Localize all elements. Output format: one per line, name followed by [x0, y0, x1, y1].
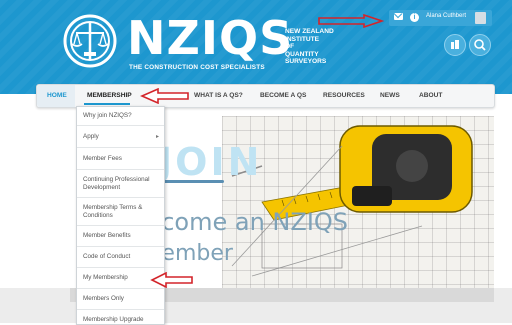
- dropdown-item-cpd[interactable]: Continuing Professional Development: [77, 170, 164, 198]
- main-nav: HOME MEMBERSHIP EVENTS WHAT IS A QS? BEC…: [36, 84, 495, 108]
- dropdown-item-label: Apply: [83, 132, 99, 140]
- dropdown-item-label: Why join NZIQS?: [83, 112, 132, 119]
- user-name[interactable]: Alana Cuthbert: [426, 13, 466, 19]
- chevron-right-icon: ▸: [155, 133, 159, 140]
- search-icon: [474, 39, 486, 51]
- dropdown-item-label: Membership Terms & Conditions: [83, 203, 143, 219]
- logo-fullname-line: NEW ZEALAND: [285, 28, 334, 35]
- dropdown-item-label: Members Only: [83, 295, 124, 302]
- dropdown-item-member-benefits[interactable]: Member Benefits: [77, 226, 164, 247]
- nav-resources[interactable]: RESOURCES: [323, 85, 365, 107]
- logo-wordmark[interactable]: NZIQS: [127, 14, 293, 62]
- avatar[interactable]: [475, 12, 486, 24]
- dropdown-item-label: Continuing Professional Development: [83, 175, 150, 191]
- dropdown-item-label: Member Fees: [83, 154, 122, 162]
- logo-tagline: THE CONSTRUCTION COST SPECIALISTS: [129, 64, 265, 71]
- member-login-button[interactable]: [444, 34, 466, 56]
- search-button[interactable]: [469, 34, 491, 56]
- logo-fullname-line: INSTITUTE: [285, 35, 320, 43]
- annotation-arrow-icon: [318, 14, 384, 28]
- membership-dropdown: Why join NZIQS? Apply ▸ Member Fees Cont…: [76, 106, 165, 325]
- logo-fullname-line: SURVEYORS: [285, 58, 327, 66]
- nziqs-emblem-icon[interactable]: [63, 14, 117, 68]
- site-header: NZIQS NEW ZEALAND INSTITUTE OF QUANTITY …: [0, 0, 512, 94]
- nav-news[interactable]: NEWS: [380, 85, 400, 107]
- dropdown-item-apply[interactable]: Apply ▸: [77, 126, 164, 148]
- mail-icon[interactable]: [394, 13, 403, 20]
- annotation-arrow-icon: [150, 272, 193, 288]
- dropdown-item-members-only[interactable]: Members Only: [77, 289, 164, 310]
- login-icon: [451, 40, 459, 49]
- tape-measure-icon: [231, 125, 473, 277]
- hero-join-text: JOIN: [158, 140, 263, 184]
- dropdown-item-terms[interactable]: Membership Terms & Conditions: [77, 198, 164, 226]
- dropdown-item-code-of-conduct[interactable]: Code of Conduct: [77, 247, 164, 268]
- dropdown-item-member-fees[interactable]: Member Fees: [77, 148, 164, 170]
- nav-home[interactable]: HOME: [47, 85, 67, 107]
- active-indicator: [84, 103, 130, 105]
- logo-fullname-line: OF: [285, 43, 295, 51]
- dropdown-item-label: Code of Conduct: [83, 253, 131, 260]
- user-toolbar: i Alana Cuthbert: [389, 10, 492, 26]
- dropdown-item-label: Member Benefits: [83, 232, 131, 239]
- dropdown-item-label: My Membership: [83, 274, 128, 281]
- info-icon[interactable]: i: [410, 13, 419, 22]
- logo-fullname: NEW ZEALAND INSTITUTE OF QUANTITY SURVEY…: [285, 28, 345, 66]
- logo-fullname-line: QUANTITY: [285, 50, 319, 58]
- annotation-arrow-icon: [140, 88, 189, 104]
- nav-become-a-qs[interactable]: BECOME A QS: [260, 85, 306, 107]
- nav-about[interactable]: ABOUT: [419, 85, 442, 107]
- dropdown-item-why-join[interactable]: Why join NZIQS?: [77, 107, 164, 126]
- nav-what-is-a-qs[interactable]: WHAT IS A QS?: [194, 85, 243, 107]
- dropdown-item-label: Membership Upgrade: [83, 315, 144, 323]
- hero-image: [222, 116, 494, 288]
